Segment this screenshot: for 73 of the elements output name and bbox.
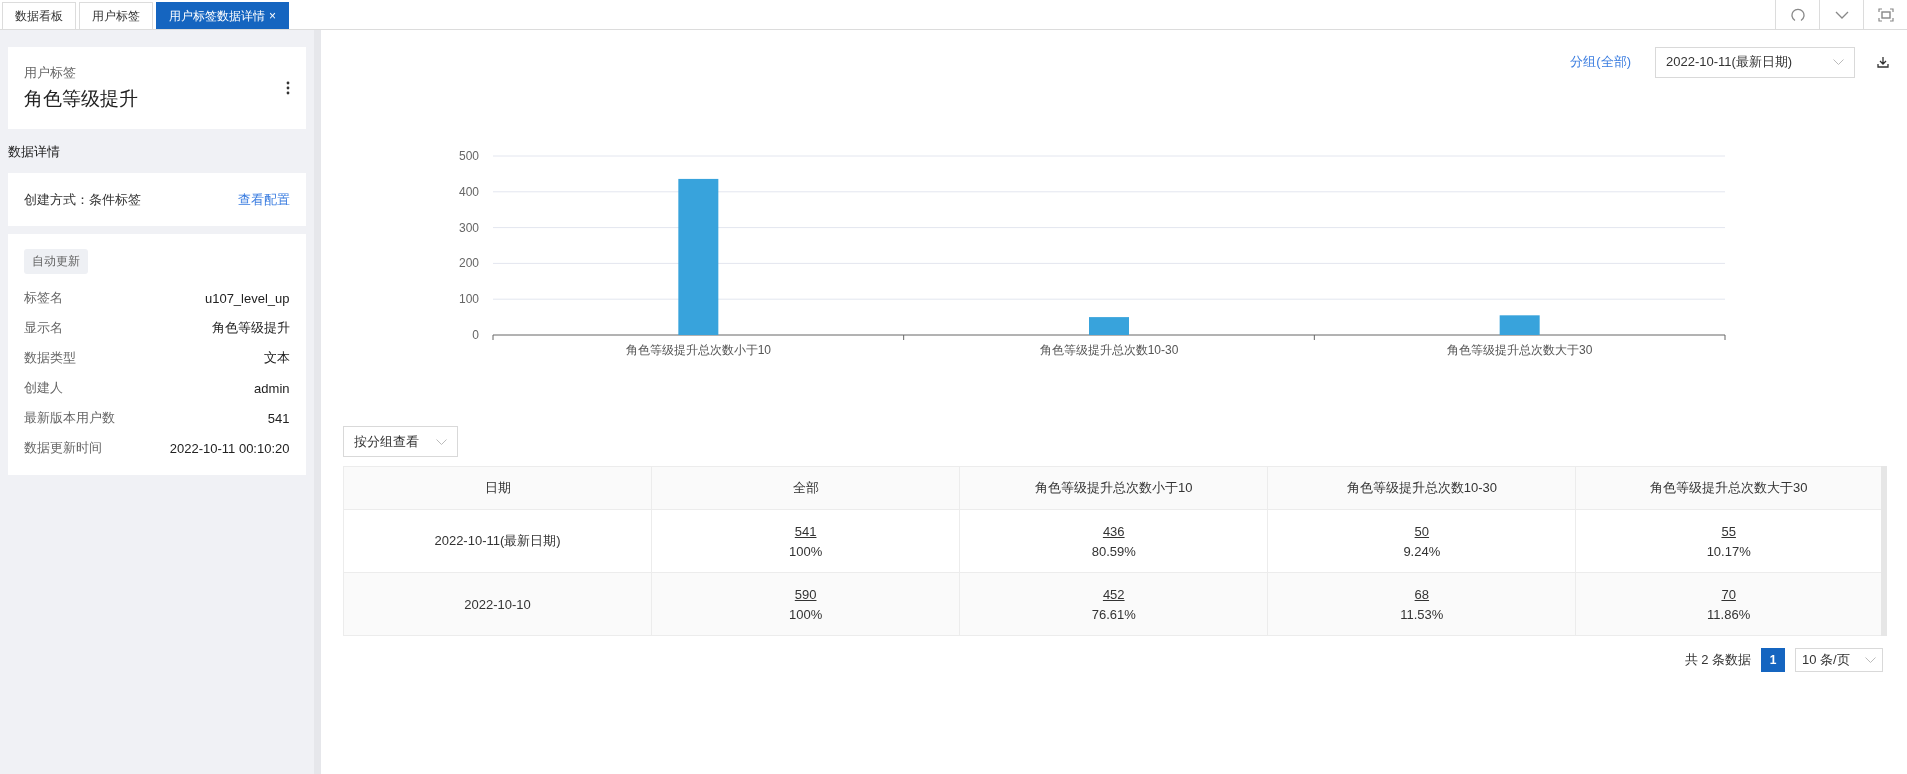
total-count: 共 2 条数据 — [1684, 651, 1751, 669]
creation-method: 创建方式：条件标签 — [24, 190, 141, 209]
table-cell: 2022-10-10 — [343, 572, 652, 636]
percentage: 11.53% — [1399, 606, 1445, 622]
axis-tick-label: 200 — [458, 256, 479, 271]
fullscreen-icon — [1877, 8, 1894, 22]
date-select[interactable]: 2022-10-11(最新日期) — [1655, 46, 1855, 78]
refresh-icon — [1790, 8, 1805, 22]
more-icon[interactable] — [285, 81, 290, 95]
count-link[interactable]: 70 — [1721, 586, 1736, 602]
percentage: 76.61% — [1090, 606, 1137, 622]
bar — [1499, 315, 1540, 335]
property-value: 541 — [267, 410, 290, 426]
column-header: 角色等级提升总次数小于10 — [959, 466, 1268, 510]
property-value: 2022-10-11 00:10:20 — [169, 440, 290, 456]
group-filter-link[interactable]: 分组(全部) — [1570, 53, 1631, 71]
caret-icon — [436, 438, 447, 445]
view-select[interactable]: 按分组查看 — [343, 426, 458, 457]
tab[interactable]: 用户标签 — [79, 2, 153, 29]
axis-tick-label: 0 — [472, 328, 479, 342]
property-label: 标签名 — [24, 289, 63, 307]
column-header: 角色等级提升总次数10-30 — [1267, 466, 1576, 510]
axis-tick-label: 100 — [458, 292, 479, 307]
caret-icon — [1865, 657, 1876, 663]
count-link[interactable]: 436 — [1102, 523, 1125, 539]
property-label: 显示名 — [24, 319, 63, 337]
axis-category-label: 角色等级提升总次数10-30 — [1039, 343, 1179, 357]
percentage: 100% — [788, 543, 824, 559]
property-label: 创建人 — [24, 379, 63, 397]
axis-tick-label: 300 — [458, 220, 479, 235]
tab[interactable]: 数据看板 — [2, 2, 76, 29]
percentage: 100% — [788, 606, 824, 622]
column-header: 日期 — [343, 466, 652, 510]
page-size-select[interactable]: 10 条/页 — [1795, 648, 1883, 672]
column-header: 全部 — [651, 466, 960, 510]
percentage: 80.59% — [1090, 543, 1137, 559]
property-value: admin — [254, 380, 290, 396]
card-caption: 用户标签 — [24, 64, 77, 82]
caret-icon — [1833, 59, 1844, 65]
count-link[interactable]: 541 — [794, 523, 817, 539]
percentage: 10.17% — [1705, 543, 1752, 559]
property-label: 最新版本用户数 — [24, 409, 115, 427]
property-value: 角色等级提升 — [211, 319, 290, 337]
axis-category-label: 角色等级提升总次数大于30 — [1447, 343, 1593, 357]
download-icon[interactable] — [1877, 56, 1889, 68]
percentage: 9.24% — [1402, 543, 1442, 559]
table-cell: 2022-10-11(最新日期) — [343, 509, 652, 573]
property-label: 数据类型 — [24, 349, 76, 367]
percentage: 11.86% — [1706, 606, 1752, 622]
count-link[interactable]: 590 — [794, 586, 817, 602]
count-link[interactable]: 55 — [1721, 523, 1736, 539]
view-config-link[interactable]: 查看配置 — [237, 190, 290, 209]
property-label: 数据更新时间 — [24, 439, 102, 457]
tag-title: 角色等级提升 — [24, 87, 138, 111]
property-value: u107_level_up — [204, 290, 290, 306]
page-button[interactable]: 1 — [1761, 648, 1785, 672]
tab[interactable]: 用户标签数据详情 × — [156, 2, 289, 29]
status-badge: 自动更新 — [24, 249, 88, 274]
select-value: 2022-10-11(最新日期) — [1666, 53, 1793, 71]
count-link[interactable]: 68 — [1414, 586, 1430, 602]
bar — [1089, 317, 1129, 335]
chevron-down-icon — [1834, 11, 1849, 19]
column-header: 角色等级提升总次数大于30 — [1575, 466, 1884, 510]
section-title: 数据详情 — [8, 143, 61, 161]
count-link[interactable]: 452 — [1102, 586, 1125, 602]
select-value: 10 条/页 — [1802, 651, 1850, 669]
axis-category-label: 角色等级提升总次数小于10 — [625, 343, 771, 357]
select-value: 按分组查看 — [354, 432, 419, 451]
count-link[interactable]: 50 — [1414, 523, 1430, 539]
axis-tick-label: 500 — [458, 149, 479, 163]
property-value: 文本 — [263, 349, 290, 367]
close-icon[interactable]: × — [269, 9, 276, 23]
axis-tick-label: 400 — [458, 184, 479, 199]
